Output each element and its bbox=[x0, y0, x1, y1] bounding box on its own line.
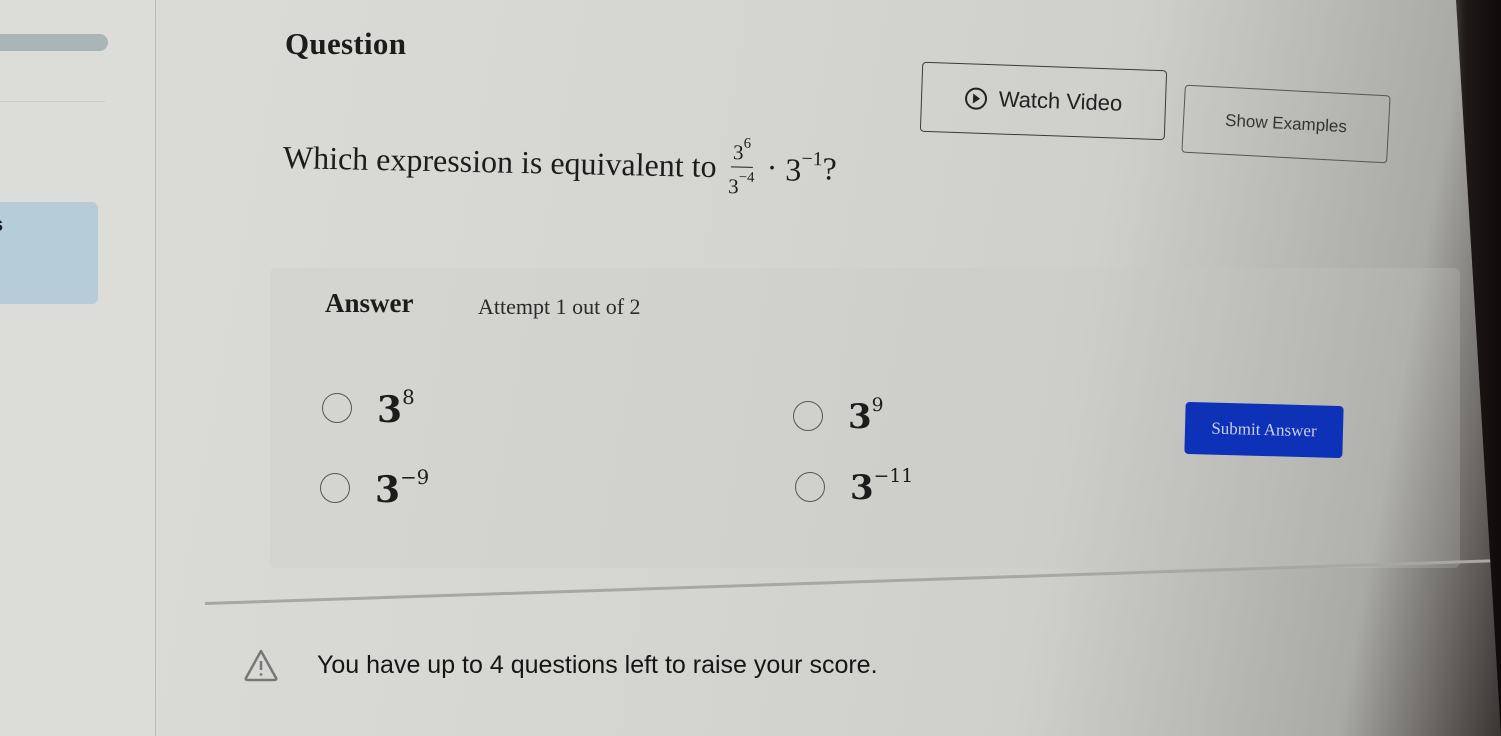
option-exponent: −9 bbox=[400, 466, 430, 489]
numerator-base: 3 bbox=[732, 140, 744, 165]
denominator-base: 3 bbox=[727, 173, 739, 199]
factor-exponent: −1 bbox=[801, 147, 823, 171]
sidebar-header-bar bbox=[0, 34, 108, 51]
attempt-counter: Attempt 1 out of 2 bbox=[478, 294, 641, 319]
numerator-exponent: 6 bbox=[743, 135, 752, 152]
question-mark: ? bbox=[822, 150, 838, 187]
answer-option[interactable]: 3−11 bbox=[795, 466, 913, 508]
question-title: Question bbox=[285, 26, 407, 61]
radio-button[interactable] bbox=[795, 471, 825, 502]
sidebar: s bbox=[0, 0, 155, 736]
radio-button[interactable] bbox=[320, 473, 350, 504]
factor-base: 3 bbox=[784, 151, 802, 188]
submit-answer-button[interactable]: Submit Answer bbox=[1184, 401, 1344, 459]
factor: 3−1 bbox=[785, 147, 823, 189]
play-circle-icon bbox=[964, 87, 988, 111]
question-panel: Question Watch Video Show Examples Which… bbox=[204, 0, 1495, 736]
sidebar-divider bbox=[0, 101, 105, 102]
watch-video-button[interactable]: Watch Video bbox=[919, 61, 1168, 141]
denominator-exponent: −4 bbox=[738, 169, 755, 186]
fraction-numerator: 36 bbox=[730, 135, 754, 168]
option-base: 3 bbox=[377, 388, 403, 431]
fraction-denominator: 3−4 bbox=[727, 167, 755, 199]
panel-border bbox=[155, 0, 156, 736]
answer-option[interactable]: 38 bbox=[322, 386, 415, 431]
watch-video-label: Watch Video bbox=[998, 86, 1123, 116]
option-text: 39 bbox=[848, 395, 884, 437]
option-text: 3−11 bbox=[850, 466, 913, 508]
option-exponent: 8 bbox=[402, 386, 415, 409]
option-exponent: −11 bbox=[873, 466, 914, 487]
notice-text: You have up to 4 questions left to raise… bbox=[317, 650, 878, 679]
option-base: 3 bbox=[375, 468, 401, 511]
sidebar-item-active[interactable]: s bbox=[0, 202, 98, 304]
option-base: 3 bbox=[850, 467, 874, 508]
answer-option[interactable]: 3−9 bbox=[320, 466, 429, 511]
sidebar-item-label: s bbox=[0, 214, 3, 236]
show-examples-button[interactable]: Show Examples bbox=[1181, 84, 1391, 164]
radio-button[interactable] bbox=[793, 400, 823, 431]
warning-triangle-icon bbox=[244, 649, 278, 682]
answer-option[interactable]: 39 bbox=[793, 395, 884, 437]
score-notice: You have up to 4 questions left to raise… bbox=[243, 648, 878, 682]
option-text: 38 bbox=[377, 386, 415, 431]
question-prompt: Which expression is equivalent to 36 3−4… bbox=[282, 127, 837, 199]
multiply-operator: · bbox=[766, 148, 778, 186]
option-text: 3−9 bbox=[375, 466, 429, 511]
option-base: 3 bbox=[848, 396, 872, 437]
option-exponent: 9 bbox=[871, 395, 884, 416]
prompt-text: Which expression is equivalent to bbox=[282, 138, 717, 184]
answer-label: Answer bbox=[325, 288, 414, 318]
radio-button[interactable] bbox=[322, 393, 352, 424]
fraction: 36 3−4 bbox=[727, 135, 755, 199]
